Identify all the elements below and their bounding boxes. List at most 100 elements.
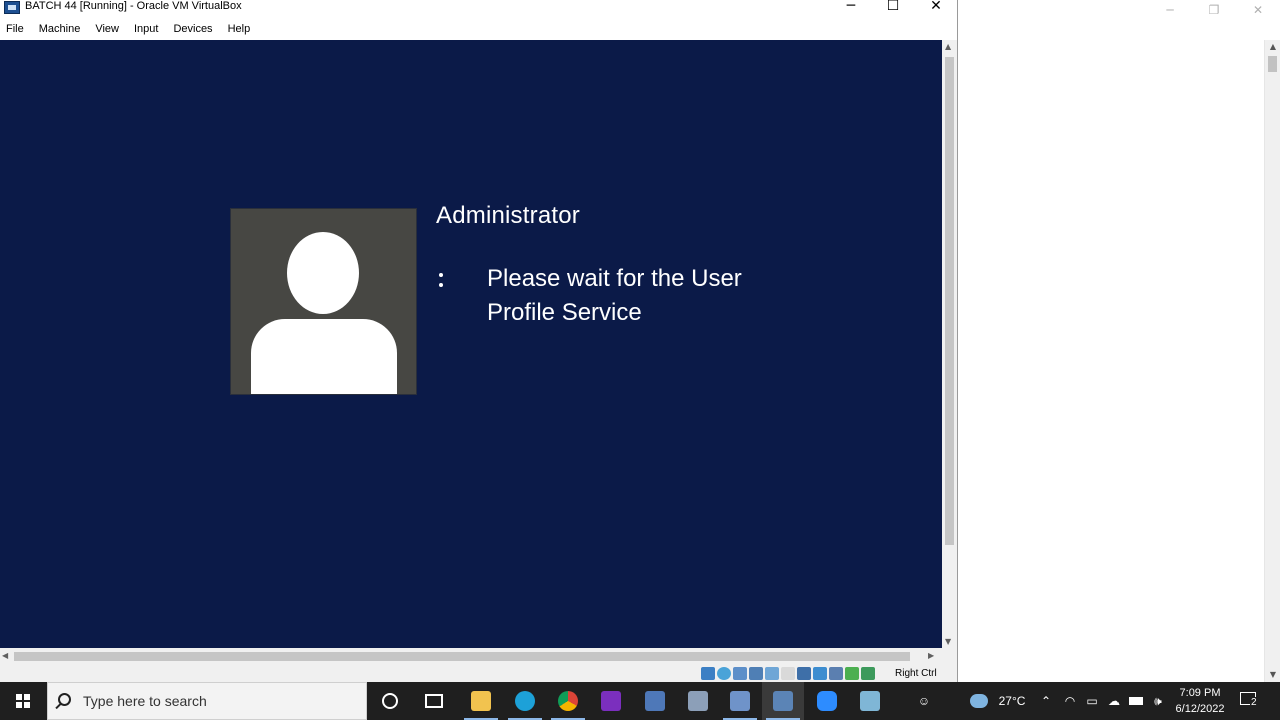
keyboard-icon[interactable] <box>861 667 875 680</box>
horizontal-scrollbar[interactable]: ◀ ▶ <box>0 648 942 665</box>
battery-button[interactable] <box>1126 682 1146 720</box>
weather-button[interactable] <box>964 682 994 720</box>
people-button[interactable]: ☺ <box>910 682 938 720</box>
scroll-left-icon[interactable]: ◀ <box>2 651 8 660</box>
edge-icon <box>515 691 535 711</box>
shared-folders-icon[interactable] <box>781 667 795 680</box>
video-capture-icon[interactable] <box>813 667 827 680</box>
window-title: BATCH 44 [Running] - Oracle VM VirtualBo… <box>25 0 242 12</box>
scrollbar-corner <box>942 648 957 665</box>
status-line-1: Please wait for the User <box>487 265 742 292</box>
remote-desktop-icon <box>645 691 665 711</box>
cortana-icon <box>382 693 398 709</box>
file-explorer-icon <box>471 691 491 711</box>
people-icon: ☺ <box>917 694 931 708</box>
menu-file[interactable]: File <box>6 20 24 39</box>
vertical-scrollbar[interactable]: ▲ ▼ <box>942 40 957 648</box>
windows-logo-icon <box>16 694 30 708</box>
minimize-button[interactable]: ─ <box>829 0 873 17</box>
onedrive-button[interactable]: ☁ <box>1104 682 1124 720</box>
network-tool-icon <box>688 691 708 711</box>
bg-minimize-button[interactable]: ─ <box>1148 0 1192 20</box>
menu-help[interactable]: Help <box>228 20 251 39</box>
network-icon[interactable] <box>749 667 763 680</box>
taskbar: Type here to search ☺ 27°C ⌃ ◠ ▭ ☁ 🕪 7:0… <box>0 682 1280 720</box>
scroll-up-icon[interactable]: ▲ <box>945 42 951 51</box>
mouse-integration-icon[interactable] <box>845 667 859 680</box>
horizontal-scroll-thumb[interactable] <box>14 652 910 661</box>
speaker-icon: 🕪 <box>1154 693 1162 708</box>
weather-temperature: 27°C <box>998 694 1026 708</box>
vm-status-bar: Right Ctrl <box>0 665 957 682</box>
background-window[interactable]: ─ ❐ ✕ ▲ ▼ <box>958 0 1280 682</box>
notepad-icon <box>860 691 880 711</box>
chrome-icon <box>558 691 578 711</box>
optical-drive-icon[interactable] <box>717 667 731 680</box>
weather-temp[interactable]: 27°C <box>994 682 1030 720</box>
remote-desktop-button[interactable] <box>634 682 676 720</box>
user-avatar <box>230 208 417 395</box>
loading-spinner-icon <box>438 269 444 291</box>
tray-overflow-button[interactable]: ⌃ <box>1036 682 1056 720</box>
status-icons <box>701 667 875 680</box>
wifi-button[interactable]: ◠ <box>1060 682 1080 720</box>
vm-display[interactable]: Administrator Please wait for the User P… <box>0 40 942 648</box>
desktop: ─ ❐ ✕ ▲ ▼ BATCH 44 [Running] - Oracle VM… <box>0 0 1280 682</box>
edge-button[interactable] <box>504 682 546 720</box>
onenote-icon <box>601 691 621 711</box>
menu-devices[interactable]: Devices <box>173 20 212 39</box>
task-view-button[interactable] <box>413 682 455 720</box>
chevron-up-icon: ⌃ <box>1040 694 1052 708</box>
bg-close-button[interactable]: ✕ <box>1236 0 1280 20</box>
zoom-button[interactable] <box>806 682 848 720</box>
display-icon[interactable] <box>797 667 811 680</box>
scroll-down-icon[interactable]: ▼ <box>1265 668 1280 682</box>
background-window-controls: ─ ❐ ✕ <box>1148 0 1280 20</box>
network-tool-button[interactable] <box>677 682 719 720</box>
audio-icon[interactable] <box>733 667 747 680</box>
start-button[interactable] <box>0 682 46 720</box>
host-key-label: Right Ctrl <box>895 668 937 679</box>
server-manager-button[interactable] <box>762 682 804 720</box>
action-center-button[interactable]: 2 <box>1240 690 1260 710</box>
title-bar[interactable]: BATCH 44 [Running] - Oracle VM VirtualBo… <box>0 0 957 18</box>
menu-machine[interactable]: Machine <box>39 20 81 39</box>
avatar-head-icon <box>287 232 359 314</box>
maximize-button[interactable]: ☐ <box>871 0 915 17</box>
onenote-button[interactable] <box>590 682 632 720</box>
menu-input[interactable]: Input <box>134 20 158 39</box>
scroll-up-icon[interactable]: ▲ <box>1265 40 1280 54</box>
server-manager-icon <box>773 691 793 711</box>
task-view-icon <box>425 694 443 708</box>
clock-time: 7:09 PM <box>1179 687 1221 699</box>
volume-button[interactable]: 🕪 <box>1148 682 1168 720</box>
battery-icon <box>1129 697 1143 705</box>
username-label: Administrator <box>436 202 580 229</box>
bg-scroll-thumb[interactable] <box>1268 56 1277 72</box>
bg-vertical-scrollbar[interactable]: ▲ ▼ <box>1264 40 1280 682</box>
scroll-down-icon[interactable]: ▼ <box>945 637 951 646</box>
meet-now-button[interactable]: ▭ <box>1082 682 1102 720</box>
cpu-icon[interactable] <box>829 667 843 680</box>
wifi-icon: ◠ <box>1064 694 1076 708</box>
vertical-scroll-thumb[interactable] <box>945 57 954 545</box>
virtualbox-app-icon <box>4 1 20 14</box>
cortana-button[interactable] <box>369 682 411 720</box>
menu-view[interactable]: View <box>95 20 119 39</box>
notification-count: 2 <box>1250 697 1258 708</box>
close-button[interactable]: ✕ <box>914 0 958 17</box>
clock[interactable]: 7:09 PM 6/12/2022 <box>1166 685 1234 717</box>
meet-now-icon: ▭ <box>1086 694 1098 708</box>
status-message: Please wait for the User Profile Service <box>487 262 787 330</box>
chrome-button[interactable] <box>547 682 589 720</box>
notepad-button[interactable] <box>849 682 891 720</box>
taskbar-search-box[interactable]: Type here to search <box>47 682 367 720</box>
scroll-right-icon[interactable]: ▶ <box>928 651 934 660</box>
file-explorer-button[interactable] <box>460 682 502 720</box>
bg-restore-button[interactable]: ❐ <box>1192 0 1236 20</box>
virtualbox-button[interactable] <box>719 682 761 720</box>
virtualbox-icon <box>730 691 750 711</box>
usb-icon[interactable] <box>765 667 779 680</box>
search-icon <box>58 693 71 706</box>
hard-disk-icon[interactable] <box>701 667 715 680</box>
